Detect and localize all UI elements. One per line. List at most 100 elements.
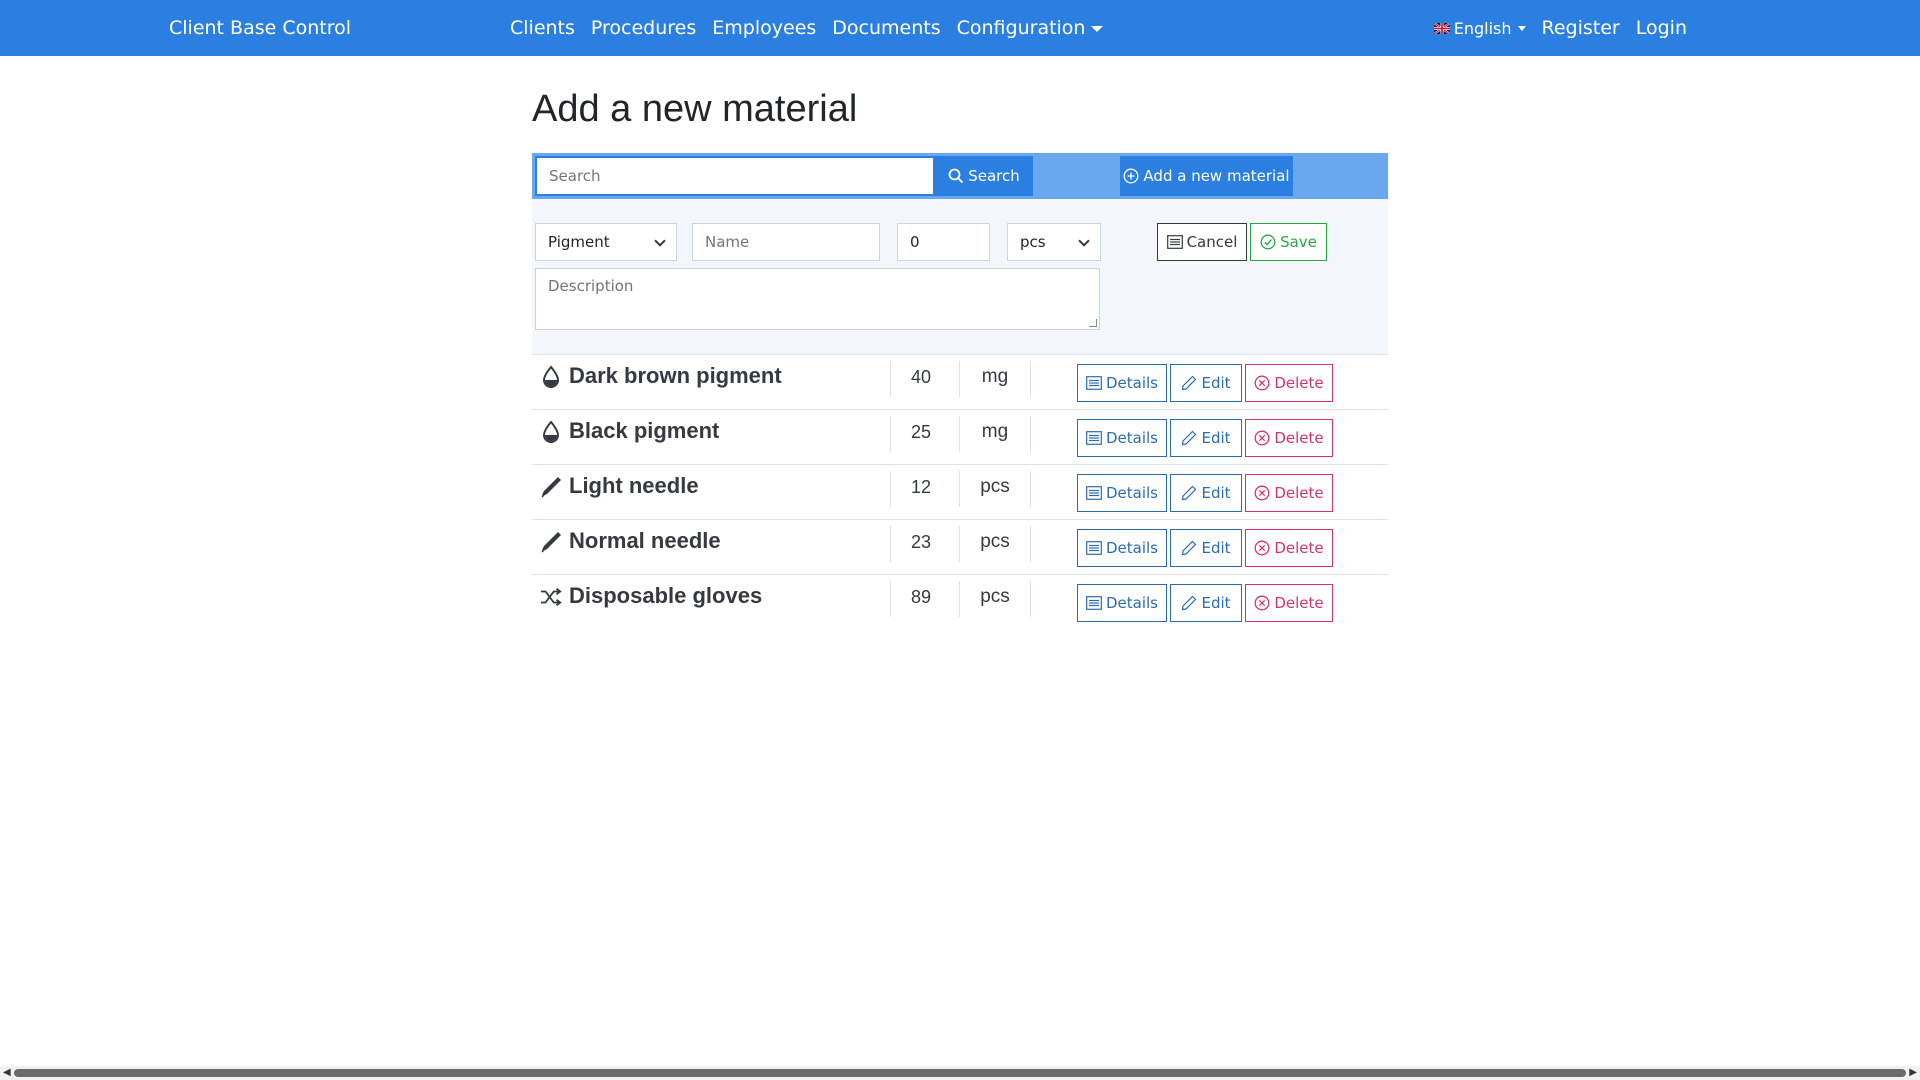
material-unit: mg xyxy=(981,421,1009,442)
details-button[interactable]: Details xyxy=(1077,529,1167,567)
chevron-down-icon xyxy=(1078,235,1090,247)
x-circle-icon xyxy=(1254,485,1270,501)
divider xyxy=(890,416,891,452)
needle-icon xyxy=(540,530,562,554)
quantity-input[interactable]: 0 xyxy=(897,223,990,261)
main-nav: Clients Procedures Employees Documents C… xyxy=(510,0,1119,56)
cancel-button[interactable]: Cancel xyxy=(1157,223,1247,261)
search-button[interactable]: Search xyxy=(935,156,1033,196)
type-select[interactable]: Pigment xyxy=(535,223,677,261)
list-item: Disposable gloves 89 pcs Details Edit De… xyxy=(532,575,1388,630)
unit-select-value: pcs xyxy=(1020,233,1046,251)
edit-button[interactable]: Edit xyxy=(1170,529,1242,567)
search-icon xyxy=(948,168,964,184)
nav-configuration-dropdown[interactable]: Configuration xyxy=(957,17,1104,39)
delete-label: Delete xyxy=(1274,484,1324,502)
list-item: Normal needle 23 pcs Details Edit Delete xyxy=(532,520,1388,575)
divider xyxy=(890,526,891,562)
material-name: Black pigment xyxy=(569,418,720,443)
edit-button[interactable]: Edit xyxy=(1170,419,1242,457)
nav-configuration-label: Configuration xyxy=(956,17,1086,39)
type-select-value: Pigment xyxy=(548,233,610,251)
details-button[interactable]: Details xyxy=(1077,584,1167,622)
material-name: Light needle xyxy=(569,473,699,498)
nav-right: English Register Login xyxy=(1433,0,1687,56)
add-material-label: Add a new material xyxy=(1143,167,1290,185)
material-quantity: 40 xyxy=(910,367,932,387)
divider xyxy=(1030,416,1031,452)
edit-label: Edit xyxy=(1201,539,1231,557)
top-navbar: Client Base Control Clients Procedures E… xyxy=(0,0,1920,56)
login-link[interactable]: Login xyxy=(1636,17,1687,39)
details-button[interactable]: Details xyxy=(1077,364,1167,402)
caret-down-icon xyxy=(1091,25,1104,32)
scroll-right-icon[interactable]: ▶ xyxy=(1909,1068,1917,1078)
shuffle-icon xyxy=(540,585,562,609)
material-quantity: 12 xyxy=(910,477,932,497)
details-label: Details xyxy=(1105,374,1158,392)
details-button[interactable]: Details xyxy=(1077,474,1167,512)
list-icon xyxy=(1086,486,1102,500)
material-quantity: 23 xyxy=(910,532,932,552)
edit-button[interactable]: Edit xyxy=(1170,474,1242,512)
pencil-icon xyxy=(1181,595,1197,611)
name-input[interactable] xyxy=(692,223,880,261)
nav-procedures[interactable]: Procedures xyxy=(591,17,696,39)
material-name: Normal needle xyxy=(569,528,721,553)
uk-flag-icon xyxy=(1433,22,1450,34)
language-dropdown[interactable]: English xyxy=(1433,18,1526,38)
check-circle-icon xyxy=(1260,234,1276,250)
divider xyxy=(890,471,891,507)
x-circle-icon xyxy=(1254,375,1270,391)
cancel-label: Cancel xyxy=(1186,233,1238,251)
resize-handle-icon[interactable] xyxy=(1089,319,1097,327)
x-circle-icon xyxy=(1254,595,1270,611)
page-title: Add a new material xyxy=(532,88,858,130)
droplet-icon xyxy=(540,365,562,389)
list-icon xyxy=(1086,596,1102,610)
scroll-left-icon[interactable]: ◀ xyxy=(3,1068,11,1078)
list-icon xyxy=(1166,235,1183,249)
material-unit: mg xyxy=(981,366,1009,387)
delete-label: Delete xyxy=(1274,539,1324,557)
list-icon xyxy=(1086,431,1102,445)
unit-select[interactable]: pcs xyxy=(1007,223,1101,261)
details-label: Details xyxy=(1105,484,1158,502)
material-name: Dark brown pigment xyxy=(569,363,782,388)
horizontal-scrollbar[interactable]: ◀ ▶ xyxy=(0,1066,1920,1080)
nav-documents[interactable]: Documents xyxy=(832,17,940,39)
details-label: Details xyxy=(1105,539,1158,557)
delete-button[interactable]: Delete xyxy=(1245,474,1333,512)
description-textarea[interactable]: Description xyxy=(535,268,1100,330)
pencil-icon xyxy=(1181,375,1197,391)
language-label: English xyxy=(1453,18,1512,38)
list-item: Light needle 12 pcs Details Edit Delete xyxy=(532,465,1388,520)
chevron-down-icon xyxy=(654,235,666,247)
nav-employees[interactable]: Employees xyxy=(712,17,816,39)
edit-button[interactable]: Edit xyxy=(1170,584,1242,622)
delete-button[interactable]: Delete xyxy=(1245,419,1333,457)
delete-button[interactable]: Delete xyxy=(1245,529,1333,567)
search-button-label: Search xyxy=(968,167,1020,185)
add-material-button[interactable]: Add a new material xyxy=(1120,156,1293,196)
brand-link[interactable]: Client Base Control xyxy=(169,0,351,56)
search-input[interactable] xyxy=(535,156,935,196)
divider xyxy=(1030,471,1031,507)
register-link[interactable]: Register xyxy=(1542,17,1620,39)
details-button[interactable]: Details xyxy=(1077,419,1167,457)
material-unit: pcs xyxy=(980,586,1010,607)
scrollbar-thumb[interactable] xyxy=(14,1069,1906,1077)
details-label: Details xyxy=(1105,594,1158,612)
list-icon xyxy=(1086,376,1102,390)
nav-clients[interactable]: Clients xyxy=(510,17,575,39)
edit-button[interactable]: Edit xyxy=(1170,364,1242,402)
edit-label: Edit xyxy=(1201,374,1231,392)
droplet-icon xyxy=(540,420,562,444)
x-circle-icon xyxy=(1254,430,1270,446)
pencil-icon xyxy=(1181,430,1197,446)
delete-button[interactable]: Delete xyxy=(1245,584,1333,622)
edit-label: Edit xyxy=(1201,429,1231,447)
delete-button[interactable]: Delete xyxy=(1245,364,1333,402)
divider xyxy=(890,581,891,617)
save-button[interactable]: Save xyxy=(1250,223,1327,261)
